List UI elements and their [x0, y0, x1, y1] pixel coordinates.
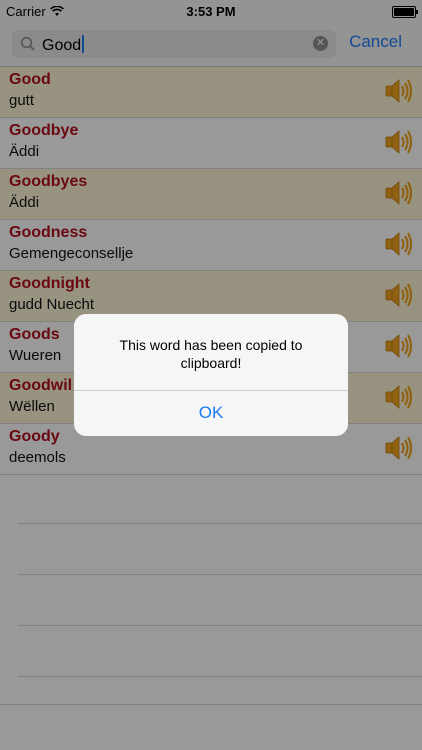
alert-dialog: This word has been copied to clipboard! …: [74, 314, 348, 436]
ok-button[interactable]: OK: [74, 390, 348, 436]
alert-message: This word has been copied to clipboard!: [119, 337, 303, 371]
